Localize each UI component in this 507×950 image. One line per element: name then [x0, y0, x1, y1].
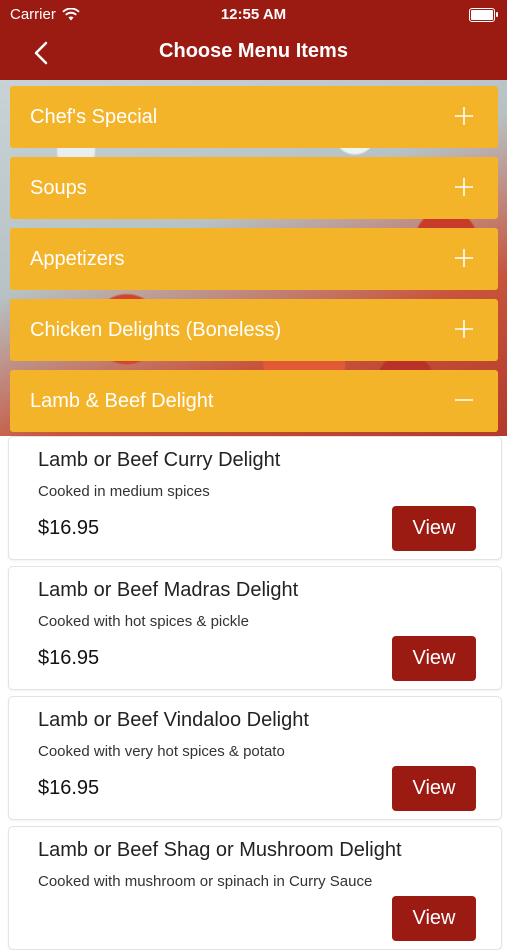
plus-icon	[455, 249, 473, 267]
item-price: $16.95	[38, 517, 100, 539]
category-lamb-beef[interactable]: Lamb & Beef Delight	[10, 370, 498, 432]
menu-item-card: Lamb or Beef Vindaloo Delight Cooked wit…	[8, 696, 502, 820]
page-title: Choose Menu Items	[159, 40, 348, 62]
item-description: Cooked with mushroom or spinach in Curry…	[38, 873, 373, 890]
menu-item-card: Lamb or Beef Curry Delight Cooked in med…	[8, 436, 502, 560]
view-button[interactable]: View	[392, 506, 476, 551]
view-button[interactable]: View	[392, 766, 476, 811]
battery-icon	[469, 8, 498, 22]
menu-item-card: Lamb or Beef Madras Delight Cooked with …	[8, 566, 502, 690]
status-bar: Carrier 12:55 AM	[0, 0, 507, 30]
item-name: Lamb or Beef Shag or Mushroom Delight	[38, 839, 402, 861]
item-name: Lamb or Beef Madras Delight	[38, 579, 299, 601]
category-appetizers[interactable]: Appetizers	[10, 228, 498, 290]
minus-icon	[455, 399, 473, 401]
view-button[interactable]: View	[392, 636, 476, 681]
item-description: Cooked with hot spices & pickle	[38, 613, 249, 630]
category-label: Chef's Special	[30, 105, 158, 128]
category-chicken-delights[interactable]: Chicken Delights (Boneless)	[10, 299, 498, 361]
category-label: Appetizers	[30, 247, 125, 270]
status-time: 12:55 AM	[220, 6, 287, 23]
view-button[interactable]: View	[392, 896, 476, 941]
item-name: Lamb or Beef Vindaloo Delight	[38, 709, 309, 731]
item-name: Lamb or Beef Curry Delight	[38, 449, 281, 471]
category-soups[interactable]: Soups	[10, 157, 498, 219]
category-label: Chicken Delights (Boneless)	[30, 318, 282, 341]
item-description: Cooked with very hot spices & potato	[38, 743, 285, 760]
item-description: Cooked in medium spices	[38, 483, 210, 500]
item-price: $16.95	[38, 777, 100, 799]
category-chefs-special[interactable]: Chef's Special	[10, 86, 498, 148]
item-price: $16.95	[38, 647, 100, 669]
plus-icon	[455, 320, 473, 338]
plus-icon	[455, 107, 473, 125]
category-label: Lamb & Beef Delight	[30, 389, 214, 412]
category-label: Soups	[30, 176, 87, 199]
nav-header: Carrier 12:55 AM Choose Menu Items	[0, 0, 507, 80]
menu-item-card: Lamb or Beef Shag or Mushroom Delight Co…	[8, 826, 502, 950]
plus-icon	[455, 178, 473, 196]
